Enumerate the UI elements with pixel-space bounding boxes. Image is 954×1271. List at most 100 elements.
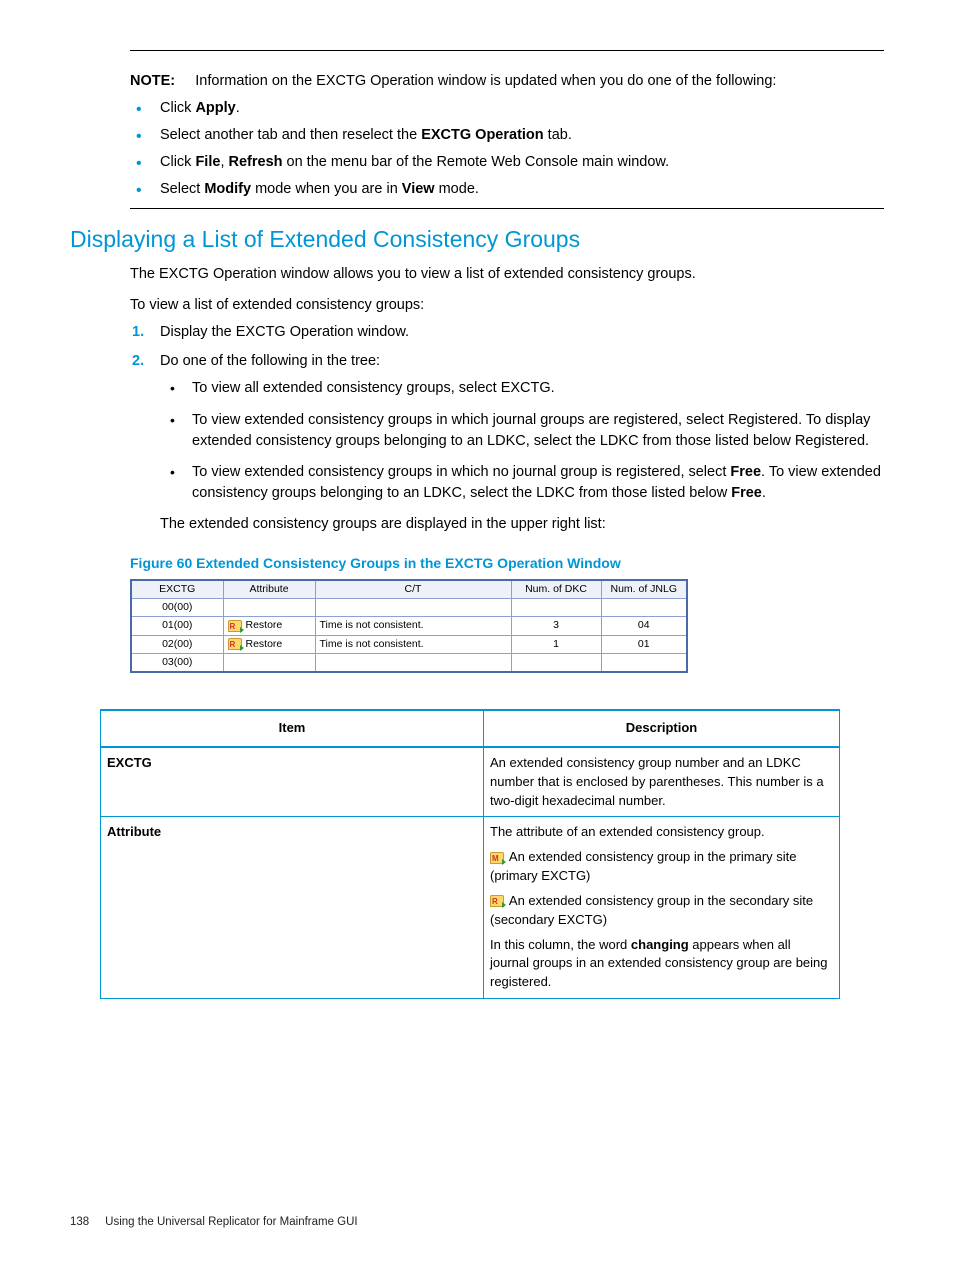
cell-dkc	[511, 653, 601, 672]
step-2-sublist: To view all extended consistency groups,…	[160, 378, 884, 503]
bold-apply: Apply	[195, 100, 235, 116]
cell-jnlg: 01	[601, 635, 687, 653]
text: tab.	[544, 127, 572, 143]
cell-dkc: 3	[511, 617, 601, 635]
cell-dkc	[511, 599, 601, 617]
text: Select another tab and then reselect the	[160, 127, 421, 143]
after-list-text: The extended consistency groups are disp…	[160, 514, 884, 535]
step-1-text: Display the EXCTG Operation window.	[160, 324, 409, 340]
text: To view extended consistency groups in w…	[192, 412, 870, 449]
cell-attribute: R Restore	[223, 617, 315, 635]
restore-icon: R	[228, 638, 242, 650]
attr-text: Restore	[246, 637, 283, 652]
cell-jnlg: 04	[601, 617, 687, 635]
cell-dkc: 1	[511, 635, 601, 653]
text: Select	[160, 181, 204, 197]
cell-ct: Time is not consistent.	[315, 617, 511, 635]
table-row: 00(00)	[131, 599, 687, 617]
table-row: 01(00) R Restore Time is not consistent.304	[131, 617, 687, 635]
desc-row-exctg: EXCTG An extended consistency group numb…	[101, 747, 840, 817]
text: The attribute of an extended consistency…	[490, 823, 833, 842]
grid-header-row: EXCTG Attribute C/T Num. of DKC Num. of …	[131, 580, 687, 599]
desc-text-attribute: The attribute of an extended consistency…	[484, 817, 840, 999]
bold-modify: Modify	[204, 181, 251, 197]
cell-ct	[315, 653, 511, 672]
note-label: NOTE:	[130, 73, 175, 89]
figure-caption: Figure 60 Extended Consistency Groups in…	[130, 553, 884, 573]
step-2-lead: Do one of the following in the tree:	[160, 353, 380, 369]
grid-header-attribute: Attribute	[223, 580, 315, 599]
cell-attribute	[223, 653, 315, 672]
desc-text-exctg: An extended consistency group number and…	[484, 747, 840, 817]
primary-exctg-line: M An extended consistency group in the p…	[490, 848, 833, 886]
bold-file: File	[195, 154, 220, 170]
grid-header-ct: C/T	[315, 580, 511, 599]
exctg-data-grid: EXCTG Attribute C/T Num. of DKC Num. of …	[130, 579, 688, 673]
cell-attribute: R Restore	[223, 635, 315, 653]
text: Click	[160, 154, 195, 170]
attr-text: Restore	[246, 618, 283, 633]
description-table: Item Description EXCTG An extended consi…	[100, 709, 840, 999]
cell-exctg: 02(00)	[131, 635, 223, 653]
bold-changing: changing	[631, 937, 689, 952]
table-row: 03(00)	[131, 653, 687, 672]
step-2-sub-2: To view extended consistency groups in w…	[160, 410, 884, 452]
cell-exctg: 03(00)	[131, 653, 223, 672]
steps-list: Display the EXCTG Operation window. Do o…	[130, 322, 884, 534]
cell-jnlg	[601, 599, 687, 617]
text: To view extended consistency groups in w…	[192, 464, 730, 480]
desc-item-attribute: Attribute	[101, 817, 484, 999]
text: An extended consistency group in the sec…	[490, 893, 813, 927]
desc-row-attribute: Attribute The attribute of an extended c…	[101, 817, 840, 999]
note-bullet-2: Select another tab and then reselect the…	[130, 125, 884, 146]
note-bullet-list: Click Apply. Select another tab and then…	[130, 98, 884, 200]
restore-icon: R	[228, 620, 242, 632]
grid-header-numjnlg: Num. of JNLG	[601, 580, 687, 599]
text: An extended consistency group in the pri…	[490, 849, 797, 883]
bold-refresh: Refresh	[229, 154, 283, 170]
text: To view all extended consistency groups,…	[192, 380, 555, 396]
text: .	[762, 485, 766, 501]
step-2: Do one of the following in the tree: To …	[130, 351, 884, 534]
intro-2: To view a list of extended consistency g…	[130, 295, 884, 316]
bold-view: View	[402, 181, 435, 197]
grid-header-exctg: EXCTG	[131, 580, 223, 599]
page-footer: 138 Using the Universal Replicator for M…	[70, 1214, 358, 1231]
cell-jnlg	[601, 653, 687, 672]
text: Click	[160, 100, 195, 116]
page-number: 138	[70, 1216, 89, 1228]
bold-free-1: Free	[730, 464, 761, 480]
text: mode.	[435, 181, 479, 197]
changing-line: In this column, the word changing appear…	[490, 936, 833, 993]
text: .	[236, 100, 240, 116]
cell-attribute	[223, 599, 315, 617]
note-text: Information on the EXCTG Operation windo…	[195, 73, 776, 89]
intro-1: The EXCTG Operation window allows you to…	[130, 264, 884, 285]
note-block: NOTE: Information on the EXCTG Operation…	[130, 71, 884, 92]
step-1: Display the EXCTG Operation window.	[130, 322, 884, 343]
desc-th-item: Item	[101, 710, 484, 747]
bottom-rule	[130, 208, 884, 209]
step-2-sub-3: To view extended consistency groups in w…	[160, 462, 884, 504]
bold-exctg-operation: EXCTG Operation	[421, 127, 543, 143]
cell-ct	[315, 599, 511, 617]
text: In this column, the word	[490, 937, 631, 952]
desc-th-description: Description	[484, 710, 840, 747]
table-row: 02(00) R Restore Time is not consistent.101	[131, 635, 687, 653]
top-rule	[130, 50, 884, 51]
text: mode when you are in	[251, 181, 402, 197]
footer-title: Using the Universal Replicator for Mainf…	[105, 1216, 357, 1228]
secondary-exctg-line: R An extended consistency group in the s…	[490, 892, 833, 930]
text: on the menu bar of the Remote Web Consol…	[283, 154, 670, 170]
cell-ct: Time is not consistent.	[315, 635, 511, 653]
grid-header-numdkc: Num. of DKC	[511, 580, 601, 599]
step-2-sub-1: To view all extended consistency groups,…	[160, 378, 884, 399]
text: ,	[220, 154, 228, 170]
note-bullet-4: Select Modify mode when you are in View …	[130, 179, 884, 200]
cell-exctg: 01(00)	[131, 617, 223, 635]
cell-exctg: 00(00)	[131, 599, 223, 617]
bold-free-2: Free	[731, 485, 762, 501]
text: An extended consistency group number and…	[490, 754, 833, 811]
note-bullet-3: Click File, Refresh on the menu bar of t…	[130, 152, 884, 173]
primary-exctg-icon: M	[490, 852, 504, 864]
